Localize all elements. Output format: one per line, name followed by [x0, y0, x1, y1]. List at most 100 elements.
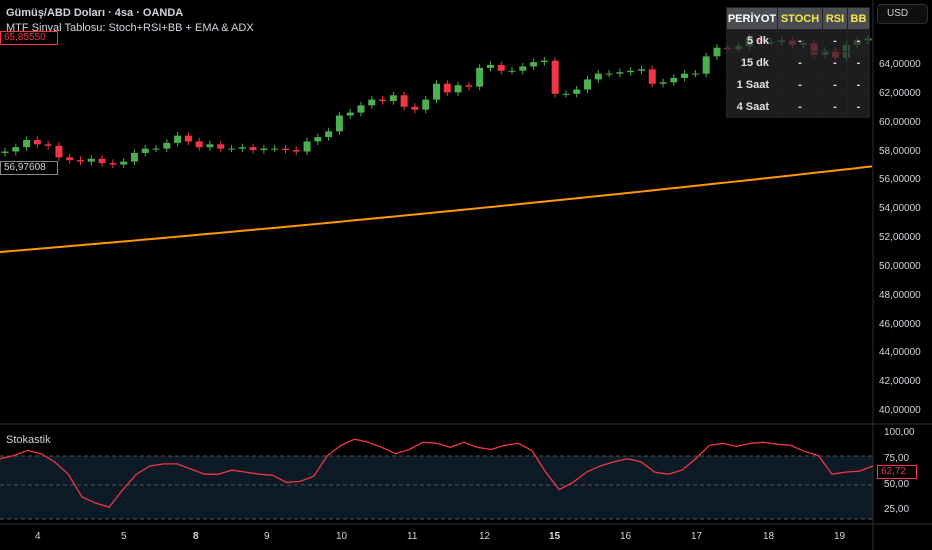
- candle-body: [281, 148, 289, 151]
- candle-body: [681, 73, 689, 78]
- price-tick-label: 44,00000: [879, 347, 921, 359]
- candle-body: [335, 115, 343, 132]
- symbol-title[interactable]: Gümüş/ABD Doları · 4sa · OANDA: [6, 6, 254, 21]
- candle-body: [141, 148, 149, 153]
- stoch-cell: -: [777, 73, 823, 96]
- stoch-tick-label: 25,00: [884, 504, 910, 516]
- candle-body: [389, 95, 397, 102]
- candle-body: [648, 69, 656, 84]
- candle-body: [33, 139, 41, 145]
- candle-body: [98, 158, 106, 164]
- table-row: 15 dk - - -: [726, 51, 870, 74]
- candle-body: [195, 141, 203, 148]
- candle-body: [66, 157, 74, 161]
- table-row: 5 dk - - -: [726, 29, 870, 52]
- price-tick-label: 60,00000: [879, 116, 921, 128]
- candle-body: [130, 152, 138, 162]
- header-rsi: RSI: [822, 7, 848, 30]
- candle-body: [476, 67, 484, 87]
- time-tick-label: 19: [834, 531, 846, 542]
- price-tick-label: 42,00000: [879, 376, 921, 388]
- candle-body: [400, 95, 408, 107]
- candle-body: [637, 69, 645, 71]
- candle-body: [551, 60, 559, 94]
- price-tick-label: 52,00000: [879, 232, 921, 244]
- candle-body: [152, 148, 160, 150]
- time-tick-label: 18: [763, 531, 775, 542]
- candle-body: [530, 62, 538, 67]
- candle-body: [454, 85, 462, 93]
- time-tick-label: 11: [407, 531, 418, 542]
- time-tick-label: 17: [691, 531, 703, 542]
- candle-body: [465, 85, 473, 87]
- candle-body: [77, 160, 85, 162]
- candle-body: [109, 163, 117, 165]
- period-cell: 15 dk: [726, 51, 778, 74]
- bb-cell: -: [847, 73, 870, 96]
- time-tick-label: 4: [35, 531, 41, 542]
- candle-body: [184, 135, 192, 142]
- price-tick-label: 40,00000: [879, 405, 921, 417]
- period-cell: 5 dk: [726, 29, 778, 52]
- rsi-cell: -: [822, 73, 848, 96]
- currency-button[interactable]: USD: [877, 4, 928, 24]
- candle-body: [519, 66, 527, 71]
- table-row: 4 Saat - - -: [726, 95, 870, 118]
- candle-body: [443, 83, 451, 93]
- candle-body: [368, 99, 376, 106]
- candle-body: [163, 142, 171, 149]
- last-price-tag: 65,85550: [0, 31, 58, 45]
- candle-body: [573, 89, 581, 94]
- candle-body: [379, 99, 387, 102]
- candle-body: [206, 144, 214, 148]
- candle-body: [346, 112, 354, 116]
- period-cell: 1 Saat: [726, 73, 778, 96]
- header-bb: BB: [847, 7, 870, 30]
- price-tick-label: 64,00000: [879, 59, 921, 70]
- price-tick-label: 56,00000: [879, 174, 921, 186]
- candle-body: [217, 144, 225, 149]
- time-tick-label: 12: [479, 531, 491, 542]
- header-stoch: STOCH: [777, 7, 823, 30]
- candle-body: [702, 56, 710, 74]
- candle-body: [659, 82, 667, 84]
- candle-body: [44, 144, 52, 146]
- price-tick-label: 62,00000: [879, 87, 921, 99]
- candle-body: [238, 147, 246, 149]
- time-tick-label: 15: [549, 531, 561, 542]
- rsi-cell: -: [822, 29, 848, 52]
- bb-cell: -: [847, 29, 870, 52]
- time-tick-label: 8: [193, 531, 199, 542]
- stoch-tick-label: 75,00: [884, 452, 910, 464]
- stochastic-title[interactable]: Stokastik: [6, 434, 51, 446]
- candle-body: [292, 150, 300, 152]
- candle-body: [55, 145, 63, 158]
- price-tick-label: 54,00000: [879, 203, 921, 215]
- candle-body: [260, 148, 268, 151]
- candle-body: [228, 148, 236, 150]
- stoch-band: [0, 456, 873, 519]
- candle-body: [174, 135, 182, 143]
- stoch-cell: -: [777, 51, 823, 74]
- bb-cell: -: [847, 95, 870, 118]
- candle-body: [486, 65, 494, 68]
- candle-body: [357, 105, 365, 113]
- candle-body: [303, 141, 311, 152]
- candle-body: [713, 47, 721, 57]
- table-row: 1 Saat - - -: [726, 73, 870, 96]
- candle-body: [249, 147, 257, 151]
- candle-body: [314, 137, 322, 142]
- candle-body: [87, 158, 95, 162]
- candle-body: [691, 73, 699, 75]
- candle-body: [562, 93, 570, 95]
- candle-body: [616, 72, 624, 74]
- candle-body: [584, 79, 592, 90]
- time-tick-label: 5: [121, 531, 127, 542]
- time-tick-label: 10: [336, 531, 348, 542]
- price-tick-label: 46,00000: [879, 318, 921, 330]
- price-tick-label: 58,00000: [879, 145, 921, 157]
- price-tick-label: 48,00000: [879, 289, 921, 301]
- candle-body: [1, 151, 9, 153]
- candle-body: [497, 65, 505, 71]
- stoch-tick-label: 50,00: [884, 478, 910, 490]
